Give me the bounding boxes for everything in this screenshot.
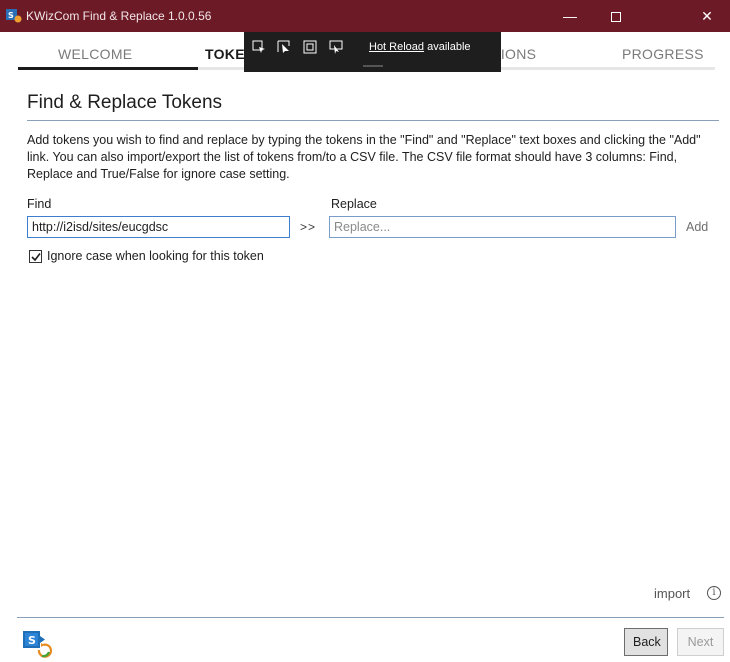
title-bar: S KWizCom Find & Replace 1.0.0.56 — ✕ (0, 0, 730, 32)
layout-adorner-icon[interactable] (303, 40, 317, 54)
toolbar-grip[interactable] (363, 65, 383, 67)
hot-reload-link[interactable]: Hot Reload (369, 41, 424, 53)
maximize-button[interactable] (593, 0, 639, 32)
next-button[interactable]: Next (677, 628, 724, 656)
checkmark-icon (31, 253, 41, 262)
maximize-icon (611, 12, 621, 23)
page-title: Find & Replace Tokens (27, 92, 223, 113)
replace-input[interactable] (329, 216, 676, 238)
app-icon: S (6, 9, 22, 23)
footer-divider (17, 617, 724, 618)
minimize-icon: — (563, 8, 577, 24)
svg-text:S: S (8, 11, 14, 20)
hot-reload-toolbar: Hot Reload available (244, 32, 501, 72)
arrows-separator: >> (300, 220, 317, 234)
window-title: KWizCom Find & Replace 1.0.0.56 (26, 9, 212, 23)
ignore-case-label: Ignore case when looking for this token (47, 249, 264, 263)
find-input[interactable] (27, 216, 290, 238)
svg-text:S: S (28, 634, 36, 647)
info-icon[interactable]: i (707, 586, 721, 600)
pointer-icon[interactable] (277, 40, 291, 54)
back-button[interactable]: Back (624, 628, 668, 656)
instructions-text: Add tokens you wish to find and replace … (27, 133, 701, 181)
sharepoint-sync-icon: S (23, 631, 52, 658)
replace-label: Replace (331, 197, 377, 211)
hot-reload-status: Hot Reload available (369, 41, 471, 53)
track-focus-icon[interactable] (329, 40, 343, 54)
tab-welcome[interactable]: WELCOME (58, 46, 132, 62)
import-link[interactable]: import (654, 586, 690, 601)
hot-reload-suffix: available (424, 41, 471, 53)
minimize-button[interactable]: — (547, 0, 593, 32)
tab-progress[interactable]: PROGRESS (622, 46, 704, 62)
select-element-icon[interactable] (252, 40, 266, 54)
add-link[interactable]: Add (686, 220, 708, 234)
find-label: Find (27, 197, 52, 211)
close-icon: ✕ (701, 8, 713, 24)
tab-active-indicator (18, 67, 198, 70)
title-divider (27, 120, 719, 121)
ignore-case-checkbox[interactable] (29, 250, 42, 263)
close-button[interactable]: ✕ (684, 0, 730, 32)
